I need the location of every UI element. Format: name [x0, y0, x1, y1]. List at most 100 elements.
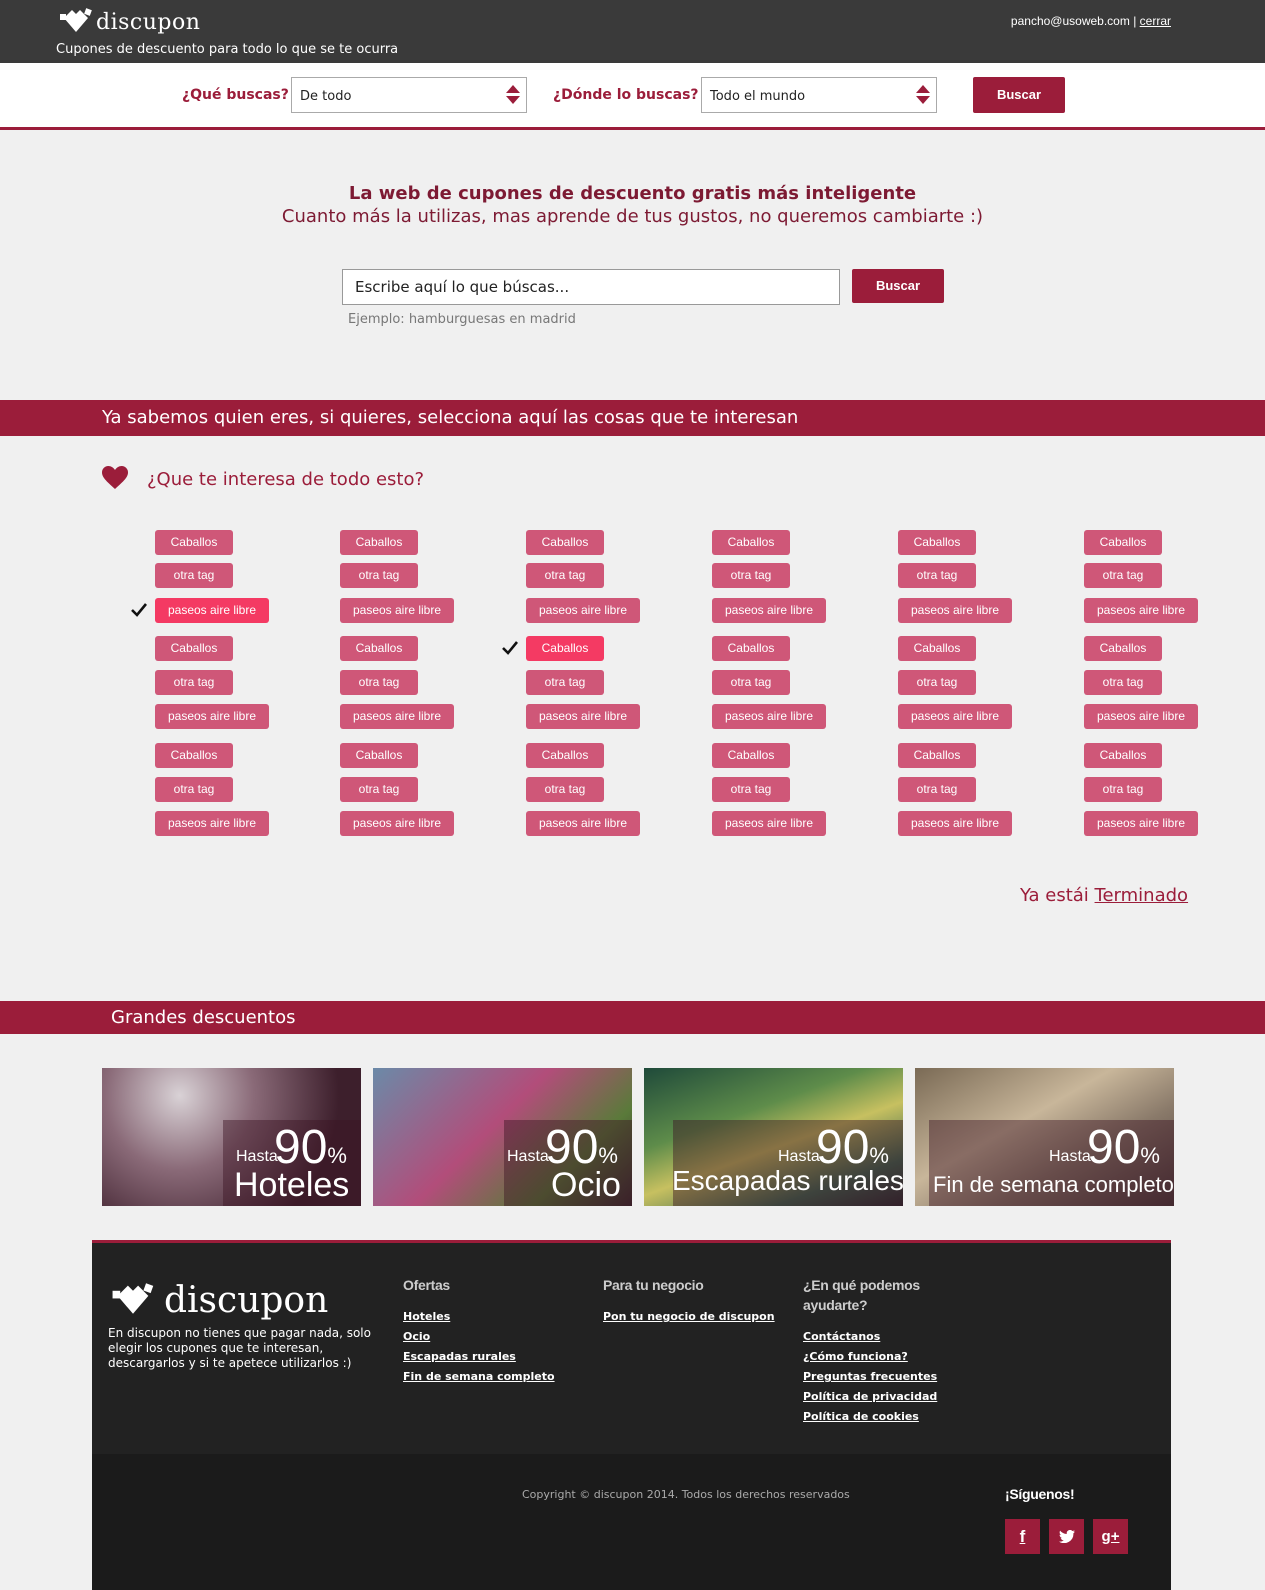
interest-tag[interactable]: Caballos	[526, 743, 604, 768]
interest-tag[interactable]: Caballos	[1084, 530, 1162, 555]
select-arrows-icon	[506, 85, 520, 105]
what-select-value: De todo	[300, 89, 352, 104]
where-select[interactable]: Todo el mundo	[701, 77, 937, 113]
footer-column-ofertas: Ofertas Hoteles Ocio Escapadas rurales F…	[403, 1275, 555, 1387]
interest-tag[interactable]: Caballos	[340, 743, 418, 768]
interest-tag[interactable]: paseos aire libre	[526, 704, 640, 729]
done-row: Ya estái Terminado	[1020, 885, 1188, 906]
footer-link-como-funciona[interactable]: ¿Cómo funciona?	[803, 1347, 943, 1367]
interest-tag[interactable]: otra tag	[898, 563, 976, 588]
footer-link-hoteles[interactable]: Hoteles	[403, 1307, 555, 1327]
hero-subtitle: Cuanto más la utilizas, mas aprende de t…	[281, 206, 984, 227]
interest-tag[interactable]: paseos aire libre	[898, 811, 1012, 836]
interest-tag[interactable]: Caballos	[155, 530, 233, 555]
interest-tag[interactable]: otra tag	[712, 563, 790, 588]
interest-tag[interactable]: otra tag	[155, 563, 233, 588]
interest-tag[interactable]: Caballos	[712, 743, 790, 768]
footer-link-privacidad[interactable]: Política de privacidad	[803, 1387, 943, 1407]
footer-link-preguntas[interactable]: Preguntas frecuentes	[803, 1367, 943, 1387]
interest-tag[interactable]: otra tag	[526, 563, 604, 588]
interest-tag[interactable]: otra tag	[898, 777, 976, 802]
interest-tag[interactable]: paseos aire libre	[1084, 704, 1198, 729]
interest-tag[interactable]: otra tag	[340, 563, 418, 588]
footer-link-cookies[interactable]: Política de cookies	[803, 1407, 943, 1427]
interest-tag[interactable]: otra tag	[1084, 777, 1162, 802]
interest-tag[interactable]: paseos aire libre	[898, 598, 1012, 623]
logout-link[interactable]: cerrar	[1140, 14, 1171, 28]
interest-tag[interactable]: otra tag	[340, 670, 418, 695]
interest-tag[interactable]: paseos aire libre	[340, 598, 454, 623]
facebook-icon[interactable]: f	[1005, 1519, 1040, 1554]
check-icon	[502, 641, 518, 655]
deal-card-hoteles[interactable]: Hasta 90% Hoteles	[102, 1068, 361, 1206]
interest-tag[interactable]: otra tag	[712, 777, 790, 802]
interest-tag[interactable]: paseos aire libre	[898, 704, 1012, 729]
footer-column-title: Ofertas	[403, 1277, 450, 1293]
top-search-button[interactable]: Buscar	[973, 77, 1065, 113]
interest-tag[interactable]: paseos aire libre	[712, 811, 826, 836]
interest-tag[interactable]: otra tag	[155, 670, 233, 695]
footer-logo[interactable]: discupon	[110, 1280, 328, 1321]
interest-tag[interactable]: Caballos	[526, 530, 604, 555]
interest-tag[interactable]: paseos aire libre	[712, 598, 826, 623]
interest-tag[interactable]: otra tag	[340, 777, 418, 802]
brand-logo[interactable]: discupon	[58, 8, 200, 36]
interest-tag[interactable]: paseos aire libre	[526, 811, 640, 836]
twitter-icon[interactable]	[1049, 1519, 1084, 1554]
what-select[interactable]: De todo	[291, 77, 527, 113]
interest-tag[interactable]: Caballos	[898, 743, 976, 768]
interest-tag[interactable]: Caballos	[1084, 743, 1162, 768]
deal-card-ocio[interactable]: Hasta 90% Ocio	[373, 1068, 632, 1206]
interest-tag[interactable]: otra tag	[712, 670, 790, 695]
interest-tag[interactable]: paseos aire libre	[712, 704, 826, 729]
deal-hasta: Hasta	[507, 1148, 549, 1165]
interests-banner: Ya sabemos quien eres, si quieres, selec…	[0, 400, 1265, 436]
footer-link-fin-de-semana[interactable]: Fin de semana completo	[403, 1367, 555, 1387]
interest-tag[interactable]: paseos aire libre	[155, 598, 269, 623]
footer-column-negocio: Para tu negocio Pon tu negocio de discup…	[603, 1275, 775, 1327]
deal-card-escapadas-rurales[interactable]: Hasta 90% Escapadas rurales	[644, 1068, 903, 1206]
interest-tag[interactable]: paseos aire libre	[340, 811, 454, 836]
interest-tag[interactable]: otra tag	[898, 670, 976, 695]
interest-tag[interactable]: otra tag	[155, 777, 233, 802]
interest-tag[interactable]: paseos aire libre	[526, 598, 640, 623]
interest-tag[interactable]: paseos aire libre	[155, 811, 269, 836]
select-arrows-icon	[916, 85, 930, 105]
interest-tag[interactable]: paseos aire libre	[340, 704, 454, 729]
interest-tag[interactable]: Caballos	[1084, 636, 1162, 661]
interest-tag[interactable]: paseos aire libre	[155, 704, 269, 729]
deals-banner-text: Grandes descuentos	[111, 1007, 296, 1028]
googleplus-icon[interactable]: g+	[1093, 1519, 1128, 1554]
interest-tag[interactable]: Caballos	[898, 636, 976, 661]
interest-tag[interactable]: otra tag	[526, 777, 604, 802]
footer-link-ocio[interactable]: Ocio	[403, 1327, 555, 1347]
header-tagline: Cupones de descuento para todo lo que se…	[56, 42, 399, 57]
footer-link-contactanos[interactable]: Contáctanos	[803, 1327, 943, 1347]
interest-tag[interactable]: paseos aire libre	[1084, 811, 1198, 836]
deal-name: Ocio	[551, 1166, 621, 1204]
footer-column-ayuda: ¿En qué podemos ayudarte? Contáctanos ¿C…	[803, 1275, 943, 1427]
interest-tag[interactable]: otra tag	[526, 670, 604, 695]
interest-tag[interactable]: Caballos	[712, 530, 790, 555]
done-link[interactable]: Terminado	[1095, 885, 1189, 906]
footer-link-escapadas[interactable]: Escapadas rurales	[403, 1347, 555, 1367]
deal-card-fin-de-semana[interactable]: Hasta 90% Fin de semana completo	[915, 1068, 1174, 1206]
interest-tag[interactable]: Caballos	[712, 636, 790, 661]
main-search-button[interactable]: Buscar	[852, 269, 944, 303]
brand-name: discupon	[96, 9, 201, 35]
interest-tag[interactable]: otra tag	[1084, 563, 1162, 588]
deal-hasta: Hasta	[236, 1148, 278, 1165]
interest-tag[interactable]: Caballos	[155, 743, 233, 768]
footer-column-title: ¿En qué podemos ayudarte?	[803, 1277, 920, 1313]
interest-tag[interactable]: Caballos	[898, 530, 976, 555]
deal-hasta: Hasta	[1049, 1148, 1091, 1165]
interest-tag[interactable]: Caballos	[340, 530, 418, 555]
interest-tag[interactable]: Caballos	[155, 636, 233, 661]
interest-tag[interactable]: Caballos	[526, 636, 604, 661]
footer-link-pon-tu-negocio[interactable]: Pon tu negocio de discupon	[603, 1307, 775, 1327]
interest-tag[interactable]: paseos aire libre	[1084, 598, 1198, 623]
main-search-input[interactable]: Escribe aquí lo que búscas...	[342, 269, 840, 305]
interest-tag[interactable]: otra tag	[1084, 670, 1162, 695]
interest-tag[interactable]: Caballos	[340, 636, 418, 661]
where-select-value: Todo el mundo	[710, 89, 806, 104]
